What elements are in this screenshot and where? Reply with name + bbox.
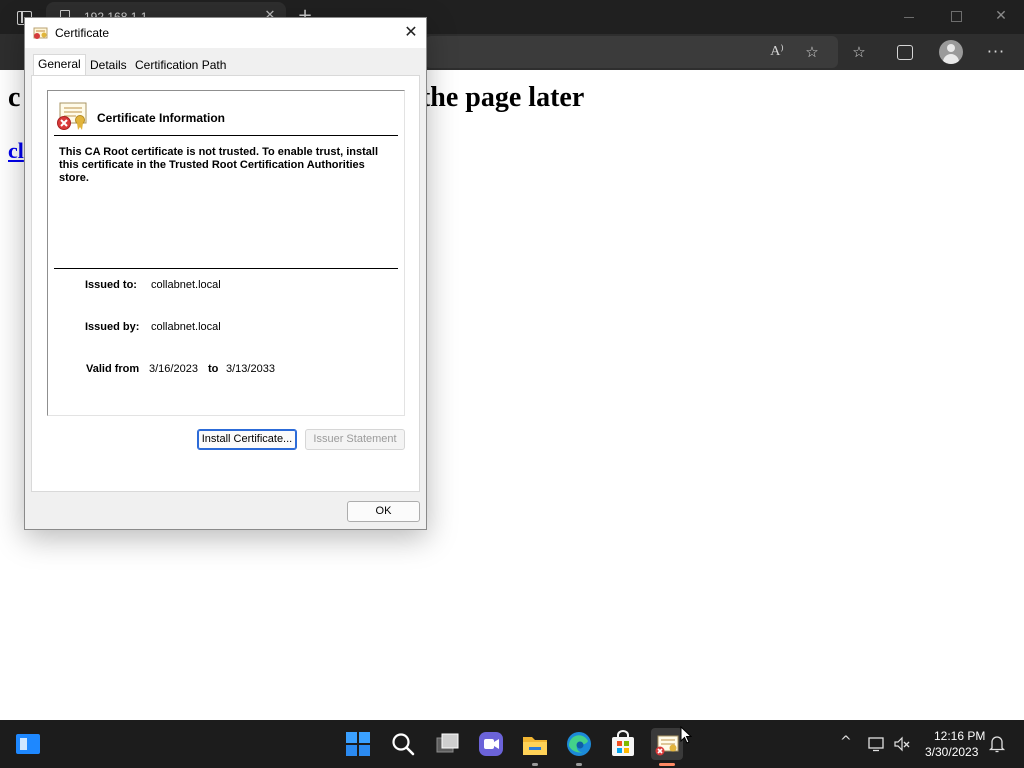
collections-icon[interactable] <box>891 40 917 64</box>
minimize-button[interactable] <box>886 2 932 30</box>
clock-time[interactable]: 12:16 PM <box>934 729 985 743</box>
more-options-icon[interactable]: ··· <box>983 40 1009 64</box>
valid-from-label: Valid from <box>86 363 140 375</box>
valid-from-value: 3/16/2023 <box>149 363 198 375</box>
dialog-title: Certificate <box>55 26 110 40</box>
divider <box>54 268 398 269</box>
running-indicator <box>576 763 582 766</box>
certificate-app-icon <box>33 27 48 39</box>
issued-by-label: Issued by: <box>85 321 140 333</box>
info-heading: Certificate Information <box>97 111 226 125</box>
trust-warning-message: This CA Root certificate is not trusted.… <box>59 146 379 184</box>
notifications-icon[interactable] <box>988 735 1006 753</box>
tab-details[interactable]: Details <box>86 56 131 76</box>
certificate-dialog: Certificate ✕ General Details Certificat… <box>24 17 427 530</box>
file-explorer-icon[interactable] <box>519 728 551 760</box>
maximize-button[interactable] <box>932 2 978 30</box>
start-windows-icon[interactable] <box>342 728 374 760</box>
divider <box>54 135 398 136</box>
favorites-icon[interactable]: ☆ <box>846 40 872 64</box>
certificate-info-box: Certificate Information This CA Root cer… <box>47 90 405 416</box>
clock-date[interactable]: 3/30/2023 <box>925 745 978 759</box>
valid-to-value: 3/13/2033 <box>226 363 275 375</box>
issued-by-value: collabnet.local <box>151 321 221 333</box>
tab-certification-path[interactable]: Certification Path <box>131 56 230 76</box>
issued-to-label: Issued to: <box>85 279 137 291</box>
add-favorite-icon[interactable]: ☆ <box>799 40 825 64</box>
active-app-indicator <box>659 763 675 766</box>
dialog-close-button[interactable]: ✕ <box>397 20 425 46</box>
mouse-cursor-icon <box>680 726 692 744</box>
read-aloud-icon[interactable]: A⁾ <box>764 40 790 64</box>
microsoft-store-icon[interactable] <box>607 728 639 760</box>
page-link[interactable]: cl <box>8 138 24 164</box>
teams-chat-icon[interactable] <box>475 728 507 760</box>
untrusted-certificate-icon <box>57 102 87 130</box>
general-tab-panel: Certificate Information This CA Root cer… <box>31 75 420 492</box>
issuer-statement-button: Issuer Statement <box>305 429 405 450</box>
certificate-app-taskbar-icon[interactable] <box>651 728 683 760</box>
running-indicator <box>532 763 538 766</box>
dialog-titlebar: Certificate ✕ <box>25 18 426 48</box>
tab-general[interactable]: General <box>33 54 86 77</box>
widgets-icon[interactable] <box>12 728 44 760</box>
show-hidden-icons-chevron-icon[interactable]: ^ <box>840 734 852 750</box>
profile-avatar-icon[interactable] <box>939 40 963 64</box>
volume-muted-icon[interactable] <box>893 736 911 752</box>
issued-to-value: collabnet.local <box>151 279 221 291</box>
ok-button[interactable]: OK <box>347 501 420 522</box>
window-close-button[interactable]: ✕ <box>978 2 1024 30</box>
install-certificate-button[interactable]: Install Certificate... <box>197 429 297 450</box>
network-icon[interactable] <box>867 736 885 752</box>
search-icon[interactable] <box>387 728 419 760</box>
valid-to-label: to <box>208 363 219 375</box>
edge-browser-icon[interactable] <box>563 728 595 760</box>
task-view-icon[interactable] <box>431 728 463 760</box>
